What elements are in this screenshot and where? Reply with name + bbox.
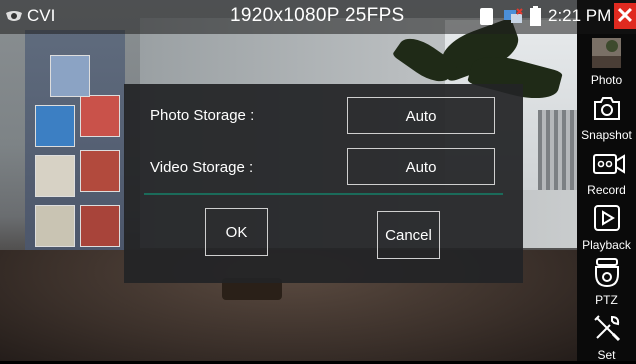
feed-magazine — [80, 150, 120, 192]
video-record-icon — [593, 154, 625, 174]
status-bar: CVI 1920x1080P 25FPS 2:21 PM ✕ — [0, 0, 636, 34]
feed-magazine — [35, 105, 75, 147]
app-label: CVI — [27, 6, 56, 25]
sidebar-item-record[interactable]: Record — [577, 144, 636, 199]
resolution-label: 1920x1080P 25FPS — [230, 5, 405, 26]
sidebar-item-label: Record — [587, 183, 626, 197]
feed-blind — [538, 110, 577, 190]
dialog-divider — [144, 193, 503, 195]
feed-magazine — [80, 205, 120, 247]
sidebar-item-label: Set — [597, 348, 616, 362]
cancel-button[interactable]: Cancel — [377, 211, 440, 259]
network-icon — [504, 8, 523, 23]
battery-icon — [530, 6, 541, 26]
sidebar-item-photo[interactable]: Photo — [577, 34, 636, 89]
video-storage-label: Video Storage : — [150, 159, 254, 176]
feed-magazine — [80, 95, 120, 137]
ok-button[interactable]: OK — [205, 208, 268, 256]
sd-card-icon — [480, 8, 493, 25]
sidebar: Photo Snapshot Record Playback PTZ Set — [577, 34, 636, 364]
play-icon — [594, 205, 620, 231]
video-storage-select[interactable]: Auto — [347, 148, 495, 185]
close-button[interactable]: ✕ — [614, 3, 636, 29]
sidebar-item-playback[interactable]: Playback — [577, 199, 636, 254]
camera-icon — [594, 97, 620, 120]
photo-storage-select[interactable]: Auto — [347, 97, 495, 134]
sidebar-item-label: Snapshot — [581, 128, 632, 142]
feed-magazine — [35, 155, 75, 197]
photo-storage-label: Photo Storage : — [150, 107, 255, 124]
cctv-camera-icon — [6, 11, 22, 21]
storage-dialog: Photo Storage : Auto Video Storage : Aut… — [124, 84, 523, 283]
feed-magazine-rack — [25, 30, 125, 255]
sidebar-item-label: PTZ — [595, 293, 618, 307]
sidebar-item-ptz[interactable]: PTZ — [577, 254, 636, 309]
feed-magazine — [35, 205, 75, 247]
ptz-camera-icon — [595, 258, 619, 288]
clock: 2:21 PM — [548, 6, 612, 25]
tools-icon — [594, 315, 621, 342]
sidebar-item-set[interactable]: Set — [577, 309, 636, 364]
sidebar-item-label: Photo — [590, 73, 623, 87]
feed-magazine — [50, 55, 90, 97]
sidebar-item-label: Playback — [582, 238, 631, 252]
sidebar-item-snapshot[interactable]: Snapshot — [577, 89, 636, 144]
photo-thumbnail-icon — [592, 38, 621, 68]
